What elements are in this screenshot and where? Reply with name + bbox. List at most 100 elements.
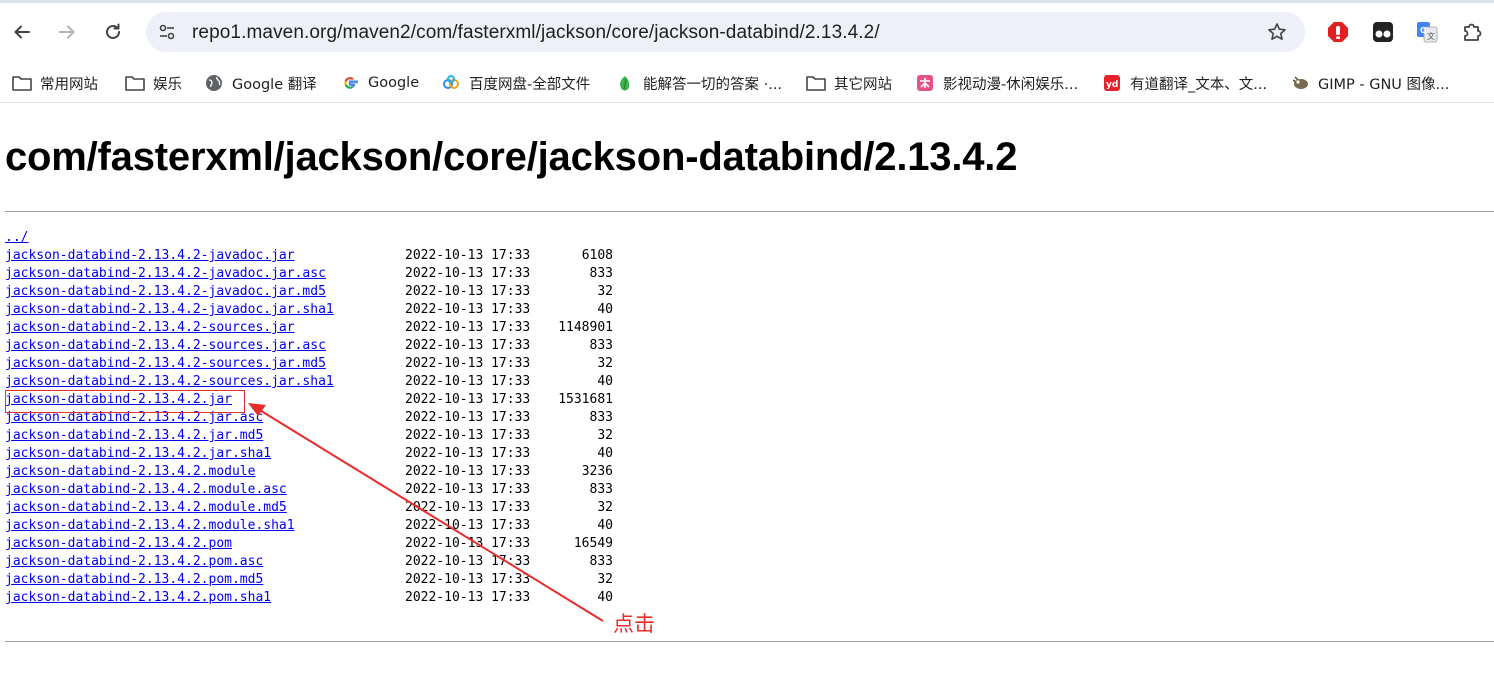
- file-size: 833: [589, 338, 613, 353]
- file-size: 6108: [581, 248, 613, 263]
- file-row: jackson-databind-2.13.4.2.jar.sha1 2022-1…: [5, 445, 613, 463]
- bookmark-google[interactable]: Google: [340, 70, 419, 96]
- file-size: 32: [597, 500, 613, 515]
- file-row: jackson-databind-2.13.4.2-javadoc.jar.md…: [5, 283, 613, 301]
- file-link[interactable]: jackson-databind-2.13.4.2.module.asc: [5, 482, 287, 497]
- extensions-puzzle-icon[interactable]: [1460, 20, 1484, 44]
- file-row: jackson-databind-2.13.4.2.module.md5 2022…: [5, 499, 613, 517]
- file-size: 40: [597, 590, 613, 605]
- bookmark-baidu-netdisk[interactable]: 百度网盘-全部文件: [441, 70, 590, 96]
- reload-icon[interactable]: [97, 16, 129, 48]
- file-size: 32: [597, 572, 613, 587]
- bookmark-video-anime[interactable]: 影视动漫-休闲娱乐...: [915, 70, 1078, 96]
- file-date: 2022-10-13 17:33: [405, 302, 531, 317]
- annotation-label: 点击: [613, 612, 655, 636]
- parent-directory-link[interactable]: ../: [5, 230, 28, 245]
- pink-site-icon: [915, 73, 935, 93]
- file-link[interactable]: jackson-databind-2.13.4.2-sources.jar.as…: [5, 338, 326, 353]
- file-size: 3236: [581, 464, 613, 479]
- file-date: 2022-10-13 17:33: [405, 356, 531, 371]
- file-row: jackson-databind-2.13.4.2.module 2022-10-…: [5, 463, 613, 481]
- bookmark-folder-common[interactable]: 常用网站: [12, 70, 98, 96]
- file-date: 2022-10-13 17:33: [405, 500, 531, 515]
- youdao-icon: yd: [1102, 73, 1122, 93]
- file-size: 833: [589, 482, 613, 497]
- file-date: 2022-10-13 17:33: [405, 248, 531, 263]
- back-arrow-icon[interactable]: [6, 16, 38, 48]
- file-date: 2022-10-13 17:33: [405, 410, 531, 425]
- file-link[interactable]: jackson-databind-2.13.4.2-sources.jar.md…: [5, 356, 326, 371]
- file-row: jackson-databind-2.13.4.2-javadoc.jar.as…: [5, 265, 613, 283]
- forward-arrow-icon[interactable]: [51, 16, 83, 48]
- file-row: jackson-databind-2.13.4.2-sources.jar.as…: [5, 337, 613, 355]
- file-link[interactable]: jackson-databind-2.13.4.2.jar.sha1: [5, 446, 271, 461]
- file-size: 1531681: [558, 392, 613, 407]
- bookmark-folder-entertainment[interactable]: 娱乐: [125, 70, 182, 96]
- file-link[interactable]: jackson-databind-2.13.4.2.module: [5, 464, 255, 479]
- google-translate-extension-icon[interactable]: G文: [1415, 20, 1439, 44]
- file-link[interactable]: jackson-databind-2.13.4.2-javadoc.jar: [5, 248, 295, 263]
- file-date: 2022-10-13 17:33: [405, 428, 531, 443]
- bookmark-label: 百度网盘-全部文件: [469, 76, 591, 93]
- file-link[interactable]: jackson-databind-2.13.4.2.pom.sha1: [5, 590, 271, 605]
- file-date: 2022-10-13 17:33: [405, 464, 531, 479]
- file-size: 32: [597, 284, 613, 299]
- file-size: 40: [597, 518, 613, 533]
- file-link[interactable]: jackson-databind-2.13.4.2-javadoc.jar.md…: [5, 284, 326, 299]
- svg-text:yd: yd: [1106, 80, 1118, 90]
- svg-text:G: G: [1420, 26, 1427, 35]
- bookmark-answers[interactable]: 能解答一切的答案 ·...: [615, 70, 782, 96]
- file-date: 2022-10-13 17:33: [405, 446, 531, 461]
- folder-icon: [12, 73, 32, 93]
- svg-text:文: 文: [1427, 31, 1435, 41]
- address-bar[interactable]: repo1.maven.org/maven2/com/fasterxml/jac…: [146, 12, 1305, 52]
- file-row: jackson-databind-2.13.4.2-sources.jar.md…: [5, 355, 613, 373]
- bookmark-youdao[interactable]: yd 有道翻译_文本、文...: [1102, 70, 1267, 96]
- url-text[interactable]: repo1.maven.org/maven2/com/fasterxml/jac…: [192, 22, 880, 44]
- adblock-extension-icon[interactable]: [1326, 20, 1350, 44]
- folder-icon: [125, 73, 145, 93]
- bookmark-folder-other[interactable]: 其它网站: [806, 70, 892, 96]
- file-size: 1148901: [558, 320, 613, 335]
- bookmark-star-icon[interactable]: [1267, 22, 1287, 42]
- browser-toolbar: repo1.maven.org/maven2/com/fasterxml/jac…: [0, 0, 1494, 64]
- file-listing: ../ jackson-databind-2.13.4.2-javadoc.ja…: [5, 229, 613, 607]
- file-link[interactable]: jackson-databind-2.13.4.2-sources.jar: [5, 320, 295, 335]
- file-date: 2022-10-13 17:33: [405, 590, 531, 605]
- bookmarks-bar: 常用网站 娱乐 Google 翻译 Google 百度网盘-全部文件 能解答一切…: [0, 64, 1494, 103]
- file-link[interactable]: jackson-databind-2.13.4.2.jar.md5: [5, 428, 263, 443]
- file-row: jackson-databind-2.13.4.2.pom.asc 2022-10…: [5, 553, 613, 571]
- folder-icon: [806, 73, 826, 93]
- gimp-icon: [1290, 73, 1310, 93]
- file-size: 833: [589, 410, 613, 425]
- google-icon: [340, 73, 360, 93]
- tampermonkey-extension-icon[interactable]: [1371, 20, 1395, 44]
- page-title: com/fasterxml/jackson/core/jackson-datab…: [5, 135, 1018, 179]
- file-link[interactable]: jackson-databind-2.13.4.2.module.md5: [5, 500, 287, 515]
- divider: [5, 641, 1494, 642]
- bookmark-label: 能解答一切的答案 ·...: [643, 76, 783, 93]
- bookmark-label: 常用网站: [40, 76, 98, 93]
- file-date: 2022-10-13 17:33: [405, 266, 531, 281]
- bookmark-label: Google: [368, 75, 420, 91]
- file-date: 2022-10-13 17:33: [405, 374, 531, 389]
- green-leaf-icon: [615, 73, 635, 93]
- file-link[interactable]: jackson-databind-2.13.4.2.pom.asc: [5, 554, 263, 569]
- file-row: jackson-databind-2.13.4.2.pom 2022-10-13 …: [5, 535, 613, 553]
- bookmark-gimp[interactable]: GIMP - GNU 图像...: [1290, 70, 1449, 96]
- file-link[interactable]: jackson-databind-2.13.4.2-javadoc.jar.as…: [5, 266, 326, 281]
- bookmark-google-translate[interactable]: Google 翻译: [204, 70, 317, 96]
- file-date: 2022-10-13 17:33: [405, 284, 531, 299]
- file-date: 2022-10-13 17:33: [405, 338, 531, 353]
- page-content: com/fasterxml/jackson/core/jackson-datab…: [0, 103, 1494, 699]
- file-link[interactable]: jackson-databind-2.13.4.2-sources.jar.sh…: [5, 374, 334, 389]
- file-link[interactable]: jackson-databind-2.13.4.2.pom.md5: [5, 572, 263, 587]
- file-date: 2022-10-13 17:33: [405, 554, 531, 569]
- file-size: 833: [589, 554, 613, 569]
- file-link[interactable]: jackson-databind-2.13.4.2.pom: [5, 536, 232, 551]
- file-row: jackson-databind-2.13.4.2-javadoc.jar 202…: [5, 247, 613, 265]
- site-info-icon[interactable]: [158, 23, 176, 41]
- file-link[interactable]: jackson-databind-2.13.4.2-javadoc.jar.sh…: [5, 302, 334, 317]
- file-link[interactable]: jackson-databind-2.13.4.2.module.sha1: [5, 518, 295, 533]
- file-row: jackson-databind-2.13.4.2-sources.jar.sh…: [5, 373, 613, 391]
